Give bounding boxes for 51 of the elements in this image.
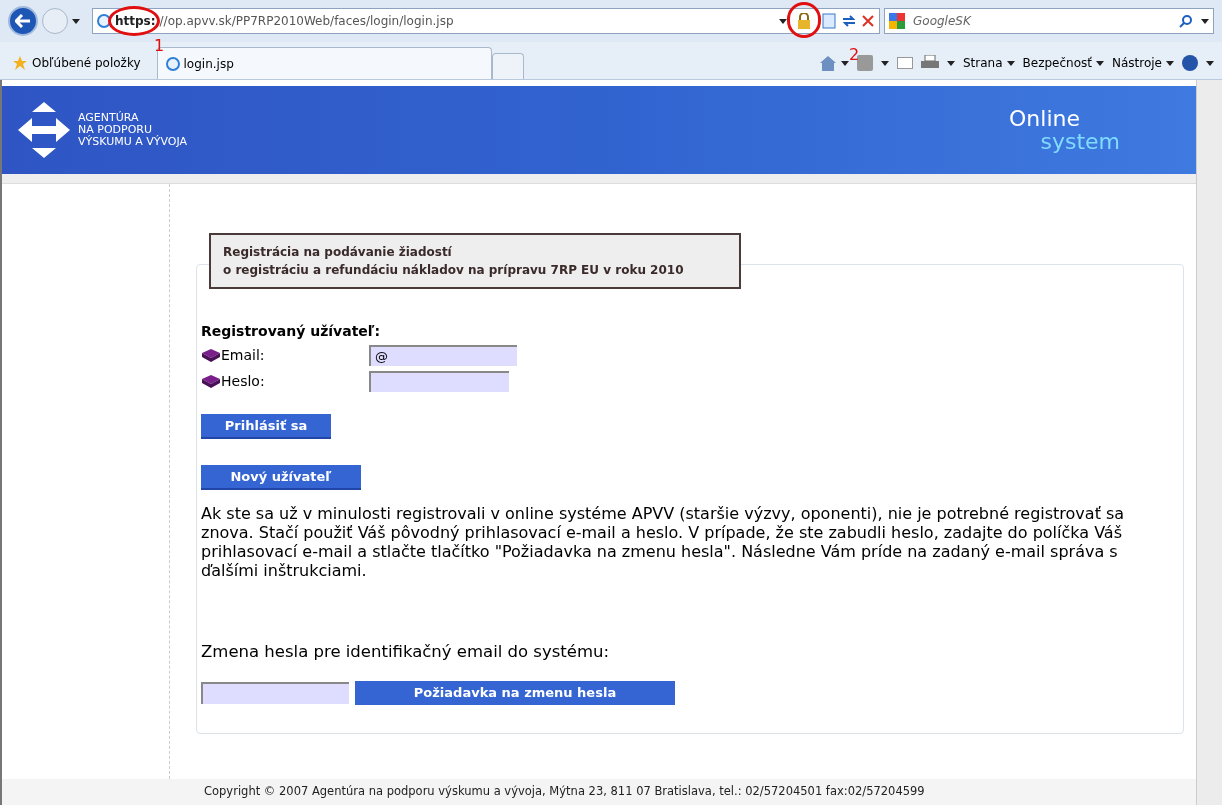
dropdown-caret-icon[interactable]	[1206, 60, 1214, 66]
favorites-button[interactable]: Obľúbené položky	[8, 47, 145, 79]
logo-text: AGENTÚRA	[78, 112, 140, 124]
search-icon[interactable]	[1179, 14, 1193, 28]
back-arrow-icon	[15, 14, 31, 28]
command-menu[interactable]: Nástroje	[1112, 54, 1174, 72]
book-icon	[201, 374, 221, 388]
padlock-icon[interactable]	[797, 13, 811, 29]
logo-text: NA PODPORU	[78, 124, 152, 136]
refresh-icon[interactable]	[841, 13, 857, 29]
star-icon	[12, 55, 28, 71]
dropdown-caret-icon[interactable]	[1201, 18, 1209, 24]
header-title: Online	[1009, 107, 1080, 130]
address-bar[interactable]: https: //op.apvv.sk/PP7RP2010Web/faces/login/login.jsp	[92, 8, 880, 34]
scrollbar[interactable]	[1196, 80, 1222, 805]
login-heading: Registrovaný užívateľ:	[201, 322, 382, 341]
url-path: //op.apvv.sk/PP7RP2010Web/faces/login/login.jsp	[159, 13, 455, 30]
field-label: Heslo:	[221, 371, 266, 391]
stop-icon[interactable]	[861, 14, 875, 28]
reset-password-button[interactable]: Požiadavka na zmenu hesla	[355, 680, 675, 705]
dropdown-caret-icon	[1096, 60, 1104, 66]
search-bar[interactable]: GoogleSK	[884, 8, 1214, 34]
input-field[interactable]	[369, 370, 509, 392]
command-menu[interactable]: Strana	[963, 54, 1015, 72]
annotation-number: 2	[849, 47, 860, 63]
login-button[interactable]: Prihlásiť sa	[201, 414, 331, 439]
dropdown-caret-icon[interactable]	[947, 60, 955, 66]
dropdown-caret-icon[interactable]	[779, 18, 787, 24]
new-user-button[interactable]: Nový užívateľ	[201, 465, 361, 490]
info-paragraph: Ak ste sa už v minulosti registrovali v online systéme APVV (staršie výzvy, oponenti), nie je potrebné registrovať sa znova. Stačí použiť Váš pôvodný prihlasovací e-mail a heslo. V prípade, že ste zabudli heslo, zadajte do políčka Váš prihlasovací e-mail a stlačte tlačítko "Požiadavka na zmenu hesla". Následne Vám príde na zadaný e-mail správa s ďalšími inštrukciami.	[201, 504, 1126, 580]
logo-icon	[18, 102, 70, 158]
notice-text: Registrácia na podávanie žiadostí	[223, 244, 453, 261]
header-subtitle: system	[1040, 130, 1120, 153]
dropdown-caret-icon[interactable]	[72, 18, 80, 24]
url-scheme: https:	[115, 13, 156, 30]
dropdown-caret-icon	[1166, 60, 1174, 66]
input-field[interactable]	[201, 681, 349, 704]
input-field[interactable]: @	[369, 344, 517, 366]
dropdown-caret-icon[interactable]	[881, 60, 889, 66]
field-label: Email:	[221, 345, 266, 365]
printer-icon[interactable]	[921, 55, 939, 71]
notice-text: o registráciu a refundáciu nákladov na prípravu 7RP EU v roku 2010	[223, 262, 685, 279]
book-icon	[201, 348, 221, 362]
logo-text: VÝSKUMU A VÝVOJA	[78, 136, 188, 148]
search-field[interactable]: GoogleSK	[913, 12, 1171, 30]
dropdown-caret-icon[interactable]	[841, 60, 849, 66]
command-menu[interactable]: Bezpečnosť	[1022, 54, 1104, 72]
back-button[interactable]	[8, 6, 38, 36]
dropdown-caret-icon	[1006, 60, 1015, 66]
reset-heading: Zmena hesla pre identifikačný email do systému:	[201, 641, 611, 663]
footer-text: Copyright © 2007 Agentúra na podporu výskumu a vývoja, Mýtna 23, 811 07 Bratislava, tel.: 02/57204501 fax:02/57204599	[204, 783, 925, 801]
